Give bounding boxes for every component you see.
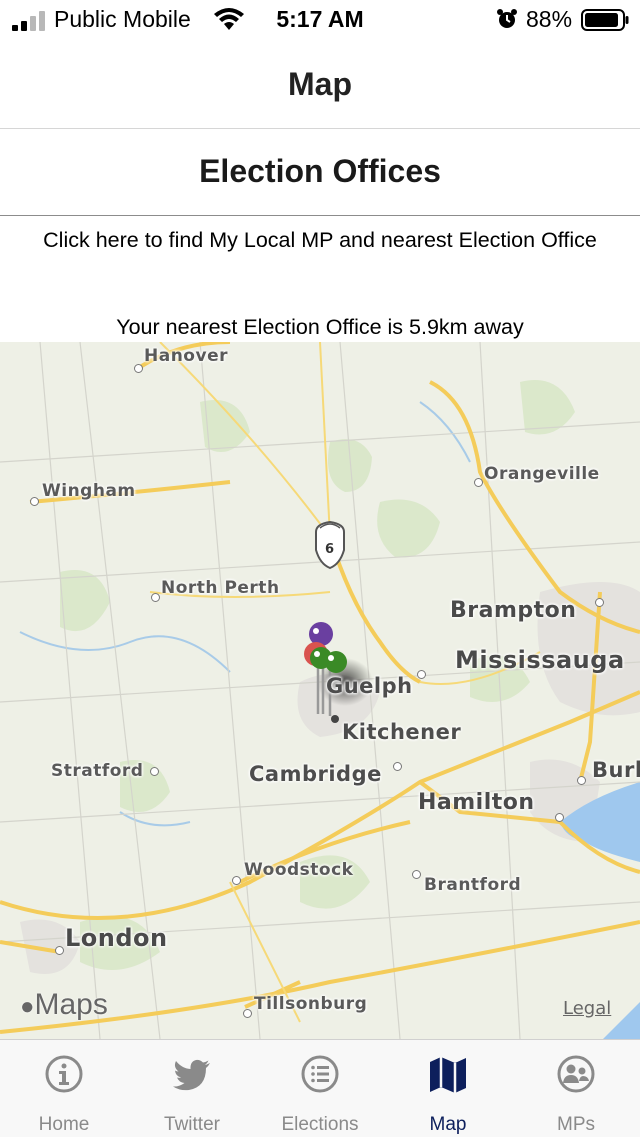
shield-number: 6 [325,542,335,557]
city-dot [474,478,483,487]
city-dot [393,762,402,771]
city-dot [151,593,160,602]
section-header: Election Offices [0,129,640,216]
status-bar: Public Mobile 5:17 AM 88% [0,0,640,40]
tab-map[interactable]: Map [384,1040,512,1137]
tab-mps[interactable]: MPs [512,1040,640,1137]
legal-link[interactable]: Legal [563,998,611,1019]
place-mississauga: Mississauga [455,646,625,674]
city-dot [243,1009,252,1018]
tab-label: MPs [557,1114,595,1135]
place-guelph: Guelph [326,674,413,698]
map-view[interactable]: 6 Hanover Wingham Orangeville North Pert… [0,342,640,1039]
place-stratford: Stratford [51,761,144,781]
city-dot [577,776,586,785]
place-hamilton: Hamilton [418,790,535,815]
city-dot [417,670,426,679]
place-brantford: Brantford [424,875,522,895]
place-burl: Burl [592,758,640,782]
city-dot [555,813,564,822]
city-dot [30,497,39,506]
people-icon [557,1055,595,1093]
city-dot [595,598,604,607]
place-woodstock: Woodstock [244,860,354,880]
find-local-mp-link[interactable]: Click here to find My Local MP and neare… [0,228,640,253]
city-dot [134,364,143,373]
city-dot [150,767,159,776]
place-kitchener: Kitchener [342,720,462,744]
tab-label: Elections [281,1114,359,1135]
place-brampton: Brampton [450,598,577,623]
list-icon [301,1055,339,1093]
page-title: Map [288,66,352,102]
place-london: London [65,924,168,952]
navigation-bar: Map [0,40,640,129]
battery-percent: 88% [526,6,573,32]
tab-label: Home [38,1114,90,1135]
place-wingham: Wingham [42,481,136,501]
city-dot [55,946,64,955]
tab-bar: Home Twitter Elections Map MPs [0,1039,640,1137]
city-dot [412,870,421,879]
tab-label: Twitter [164,1114,220,1135]
twitter-icon [173,1059,210,1091]
place-hanover: Hanover [144,346,228,366]
tab-twitter[interactable]: Twitter [128,1040,256,1137]
place-north-perth: North Perth [161,578,280,598]
tab-home[interactable]: Home [0,1040,128,1137]
place-cambridge: Cambridge [249,762,382,786]
tab-label: Map [429,1114,467,1135]
map-icon [430,1057,466,1093]
nearest-office-distance: Your nearest Election Office is 5.9km aw… [116,315,524,339]
apple-maps-logo: ●Maps [20,988,108,1021]
alarm-icon [497,9,517,28]
tab-elections[interactable]: Elections [256,1040,384,1137]
apple-icon: ● [20,993,35,1020]
section-title: Election Offices [199,153,441,189]
place-orangeville: Orangeville [484,464,600,484]
battery-icon [581,9,629,31]
place-tillsonburg: Tillsonburg [254,994,368,1014]
city-dot [232,876,241,885]
info-icon [45,1055,83,1093]
